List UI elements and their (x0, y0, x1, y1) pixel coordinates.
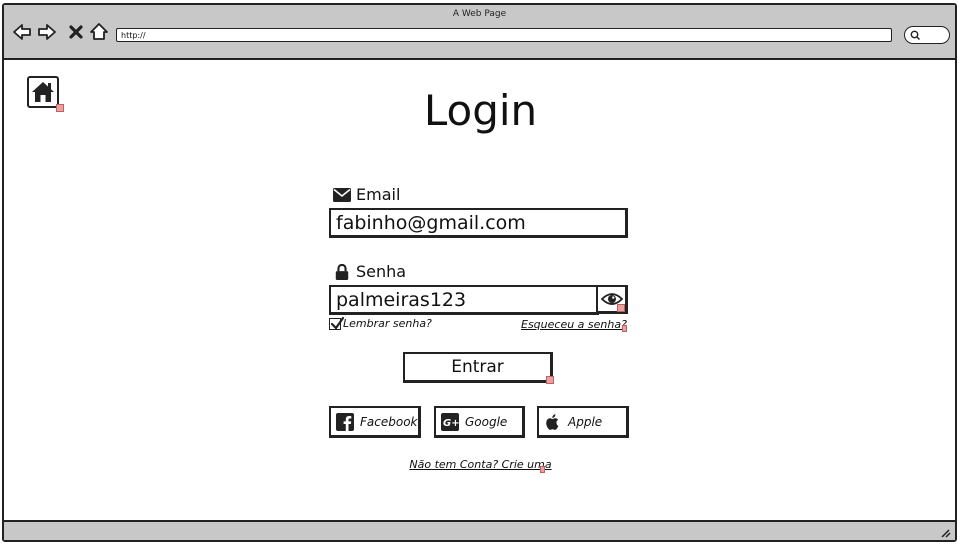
google-login-button[interactable]: G+ Google (434, 406, 525, 438)
lock-icon (335, 263, 349, 280)
email-label: Email (333, 185, 400, 204)
facebook-label: Facebook (360, 414, 418, 429)
facebook-login-button[interactable]: Facebook (329, 406, 421, 438)
arrow-right-icon[interactable] (37, 22, 57, 42)
link-marker (546, 376, 554, 384)
envelope-icon (333, 187, 351, 202)
search-icon (910, 30, 920, 40)
remember-password[interactable]: Lembrar senha? (329, 316, 432, 330)
close-icon[interactable] (66, 22, 86, 42)
password-label-text: Senha (356, 262, 407, 281)
signup-link[interactable]: Não tem Conta? Crie uma (0, 458, 961, 471)
url-input[interactable]: http:// (116, 28, 892, 42)
login-button[interactable]: Entrar (403, 352, 553, 383)
window-title: A Web Page (452, 9, 507, 19)
google-label: Google (465, 414, 508, 429)
password-label: Senha (333, 262, 406, 281)
link-marker (622, 325, 627, 332)
checkmark-icon (330, 316, 344, 330)
google-plus-icon: G+ (441, 412, 459, 431)
page-title: Login (423, 86, 538, 135)
browser-search-box[interactable] (904, 26, 950, 44)
email-field[interactable]: fabinho@gmail.com (329, 208, 628, 238)
link-marker (540, 466, 545, 473)
apple-label: Apple (568, 414, 603, 429)
svg-text:G+: G+ (443, 418, 459, 429)
email-label-text: Email (356, 185, 401, 204)
home-outline-icon[interactable] (89, 22, 109, 42)
apple-icon (546, 413, 559, 430)
facebook-icon (336, 412, 354, 431)
apple-login-button[interactable]: Apple (537, 406, 629, 438)
status-bar (4, 520, 955, 540)
resize-grip-icon[interactable] (939, 526, 951, 538)
remember-label: Lembrar senha? (343, 317, 432, 330)
remember-checkbox[interactable] (329, 316, 344, 330)
link-marker (617, 304, 625, 312)
password-field[interactable]: palmeiras123 (329, 285, 599, 315)
arrow-left-icon[interactable] (12, 22, 32, 42)
browser-toolbar: A Web Page http:// (4, 5, 955, 60)
forgot-password-link[interactable]: Esqueceu a senha? (521, 318, 627, 331)
